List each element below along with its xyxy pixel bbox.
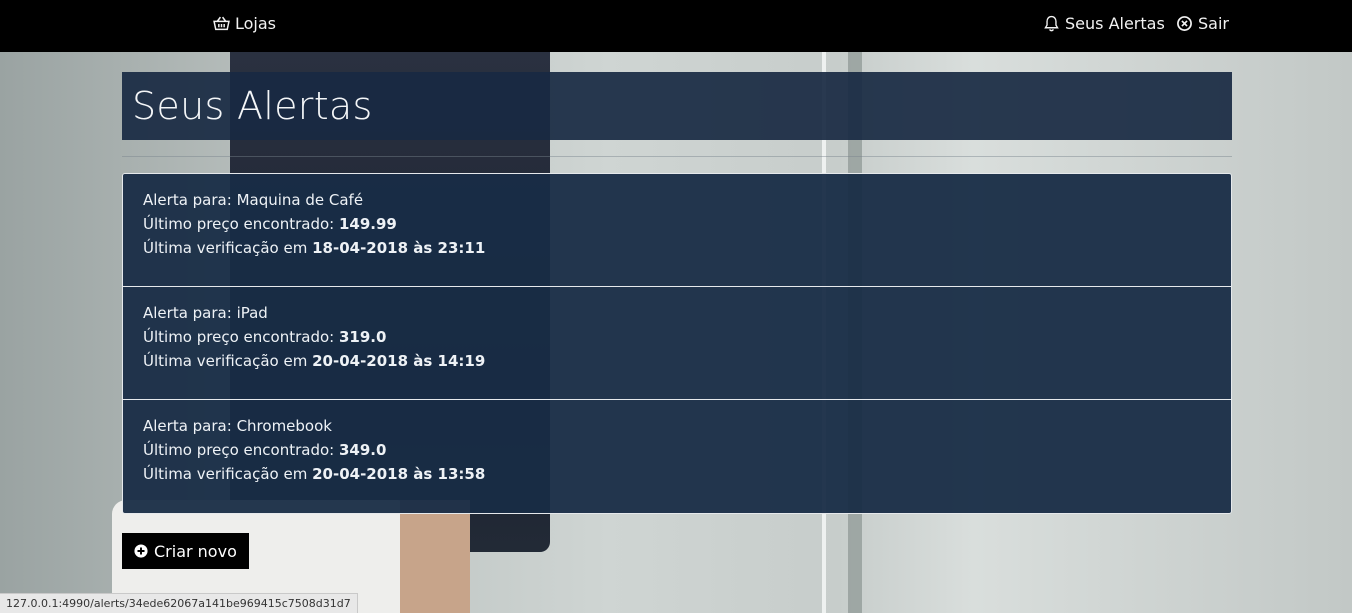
alert-for-label: Alerta para: [143, 191, 232, 209]
alert-product-name: Chromebook [236, 417, 332, 435]
main-container: Seus Alertas Alerta para: Maquina de Caf… [122, 72, 1232, 514]
create-alert-button[interactable]: Criar novo [122, 533, 249, 569]
alert-for-label: Alerta para: [143, 417, 232, 435]
alert-check-line: Última verificação em 18-04-2018 às 23:1… [143, 236, 1211, 260]
create-alert-label: Criar novo [154, 541, 237, 561]
last-check-label: Última verificação em [143, 465, 308, 483]
alert-price-line: Último preço encontrado: 149.99 [143, 212, 1211, 236]
alert-price-value: 319.0 [338, 328, 387, 346]
alert-item[interactable]: Alerta para: Chromebook Último preço enc… [123, 400, 1231, 513]
alert-check-line: Última verificação em 20-04-2018 às 14:1… [143, 349, 1211, 373]
close-circle-icon [1177, 16, 1192, 31]
nav-logout-link[interactable]: Sair [1176, 14, 1229, 33]
alert-price-line: Último preço encontrado: 319.0 [143, 325, 1211, 349]
last-price-label: Último preço encontrado: [143, 215, 335, 233]
page-header: Seus Alertas [122, 72, 1232, 140]
browser-status-bar: 127.0.0.1:4990/alerts/34ede62067a141be96… [0, 593, 358, 613]
nav-stores-label: Lojas [235, 14, 277, 33]
last-price-label: Último preço encontrado: [143, 441, 335, 459]
alert-check-line: Última verificação em 20-04-2018 às 13:5… [143, 462, 1211, 486]
last-check-label: Última verificação em [143, 239, 308, 257]
alert-check-value: 20-04-2018 às 13:58 [312, 465, 486, 483]
nav-stores-link[interactable]: Lojas [213, 14, 276, 33]
alert-price-value: 349.0 [338, 441, 387, 459]
divider [122, 156, 1232, 157]
alert-item[interactable]: Alerta para: Maquina de Café Último preç… [123, 174, 1231, 287]
alert-name-line: Alerta para: Maquina de Café [143, 188, 1211, 212]
last-check-label: Última verificação em [143, 352, 308, 370]
alert-name-line: Alerta para: Chromebook [143, 414, 1211, 438]
alert-check-value: 20-04-2018 às 14:19 [312, 352, 486, 370]
nav-logout-label: Sair [1198, 14, 1229, 33]
bell-icon [1044, 15, 1059, 32]
alert-for-label: Alerta para: [143, 304, 232, 322]
alert-check-value: 18-04-2018 às 23:11 [312, 239, 486, 257]
alerts-list: Alerta para: Maquina de Café Último preç… [122, 173, 1232, 514]
alert-price-value: 149.99 [338, 215, 397, 233]
background-photo-leg [400, 500, 470, 613]
last-price-label: Último preço encontrado: [143, 328, 335, 346]
plus-circle-icon [134, 544, 148, 558]
alert-price-line: Último preço encontrado: 349.0 [143, 438, 1211, 462]
page-title: Seus Alertas [132, 84, 373, 128]
basket-icon [213, 16, 230, 31]
alert-item[interactable]: Alerta para: iPad Último preço encontrad… [123, 287, 1231, 400]
nav-alerts-link[interactable]: Seus Alertas [1043, 14, 1165, 33]
nav-alerts-label: Seus Alertas [1065, 14, 1165, 33]
top-navbar: Lojas Seus Alertas Sair [0, 0, 1352, 52]
alert-product-name: iPad [236, 304, 268, 322]
status-url: 127.0.0.1:4990/alerts/34ede62067a141be96… [6, 597, 351, 610]
alert-name-line: Alerta para: iPad [143, 301, 1211, 325]
alert-product-name: Maquina de Café [236, 191, 364, 209]
